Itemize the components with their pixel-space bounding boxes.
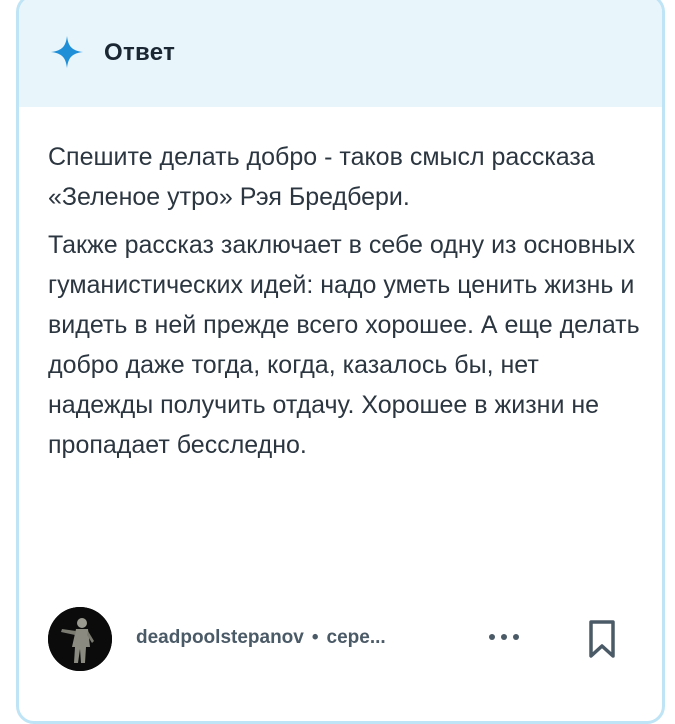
answer-header: Ответ [19,0,662,107]
answer-paragraph: Спешите делать добро - таков смысл расск… [48,143,595,211]
avatar[interactable] [48,607,112,671]
avatar-figure-image [48,607,112,671]
author-row: deadpoolstepanov • сере... [48,607,638,671]
author-rank: сере... [326,627,386,648]
answer-text: Спешите делать добро - таков смысл расск… [48,137,648,473]
sparkle-icon [51,36,83,68]
answer-card: Ответ Спешите делать добро - таков смысл… [16,0,665,724]
separator-dot: • [311,627,319,648]
author-username[interactable]: deadpoolstepanov [136,627,304,648]
more-dots-icon[interactable] [486,625,522,649]
answer-title: Ответ [104,39,176,66]
answer-paragraph: Также рассказ заключает в себе одну из о… [48,231,640,459]
bookmark-icon[interactable] [586,619,618,659]
author-meta: deadpoolstepanov • сере... [136,627,386,649]
